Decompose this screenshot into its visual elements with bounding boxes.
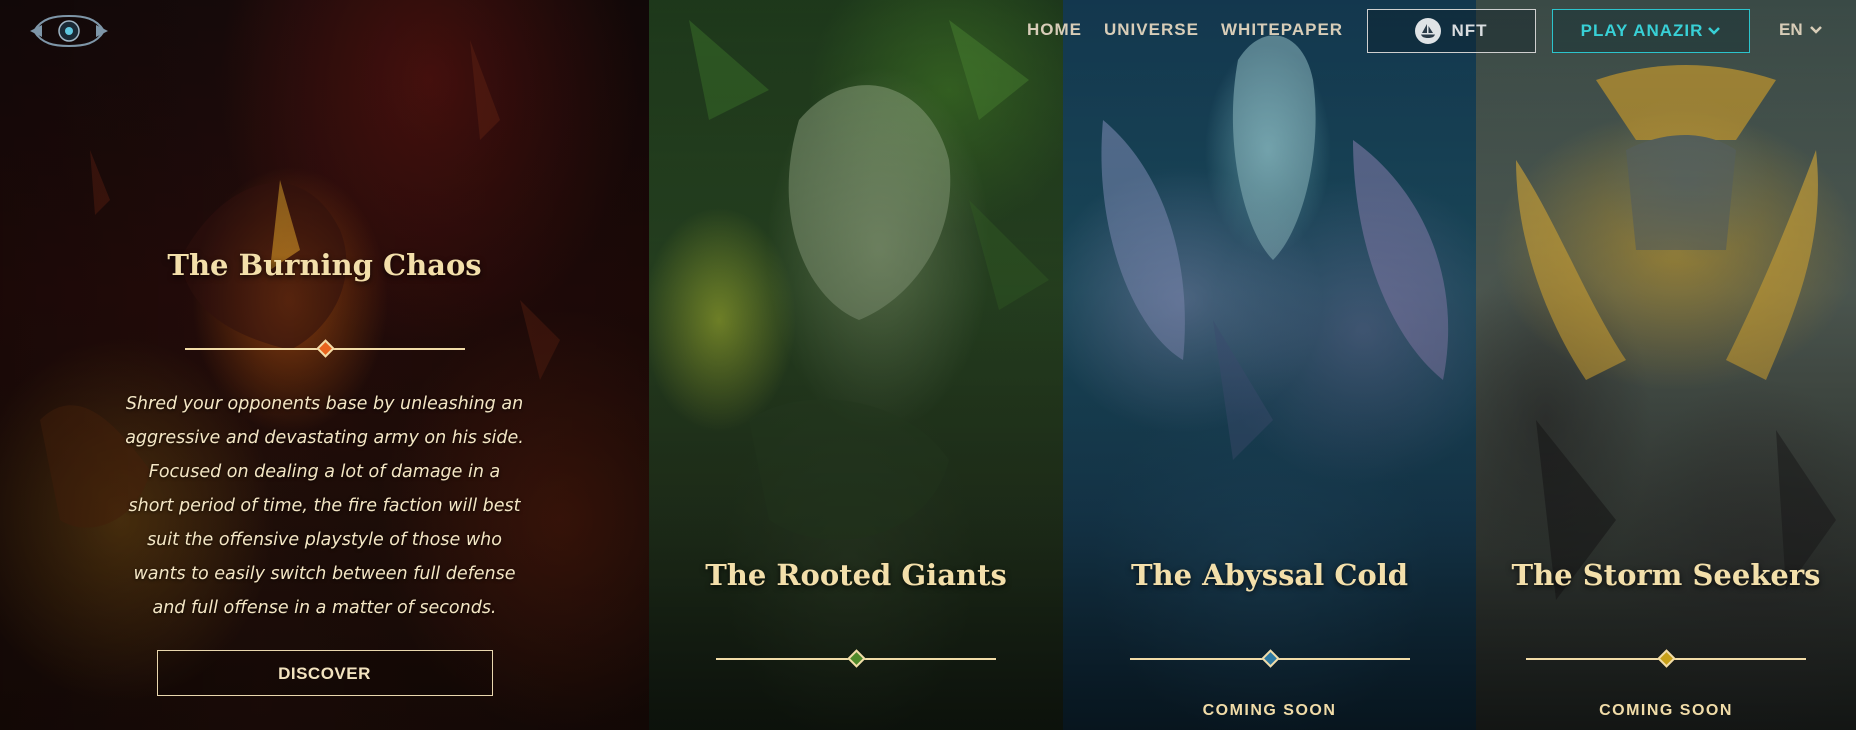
nav-whitepaper-link[interactable]: WHITEPAPER bbox=[1221, 20, 1343, 40]
opensea-boat-icon bbox=[1415, 18, 1442, 44]
diamond-gem-icon bbox=[1260, 649, 1280, 668]
diamond-gem-icon bbox=[315, 339, 335, 358]
language-label: EN bbox=[1779, 20, 1803, 39]
faction-panel-water[interactable]: The Abyssal Cold COMING SOON bbox=[1063, 0, 1476, 730]
top-navigation: HOME UNIVERSE WHITEPAPER NFT PLAY ANAZIR… bbox=[0, 0, 1856, 62]
diamond-gem-icon bbox=[1657, 649, 1676, 668]
play-anazir-dropdown[interactable]: PLAY ANAZIR bbox=[1552, 9, 1750, 53]
chevron-down-icon bbox=[1809, 20, 1823, 40]
faction-title: The Rooted Giants bbox=[705, 558, 1007, 592]
coming-soon-label: COMING SOON bbox=[1599, 702, 1733, 719]
title-divider bbox=[1129, 649, 1410, 668]
play-anazir-label: PLAY ANAZIR bbox=[1580, 21, 1704, 40]
faction-title: The Storm Seekers bbox=[1511, 558, 1821, 592]
discover-button[interactable]: DISCOVER bbox=[156, 650, 493, 696]
title-divider bbox=[716, 649, 996, 668]
faction-panel-fire[interactable]: The Burning Chaos Shred your opponents b… bbox=[0, 0, 649, 730]
nft-button-label: NFT bbox=[1451, 21, 1488, 40]
diamond-gem-icon bbox=[847, 649, 866, 668]
language-selector[interactable]: EN bbox=[1779, 20, 1823, 40]
anazir-logo[interactable] bbox=[28, 8, 110, 54]
nav-home-link[interactable]: HOME bbox=[1027, 20, 1082, 40]
nft-button[interactable]: NFT bbox=[1367, 9, 1536, 53]
faction-panel-earth[interactable]: The Rooted Giants bbox=[649, 0, 1063, 730]
faction-description: Shred your opponents base by unleashing … bbox=[125, 394, 524, 618]
faction-title: The Burning Chaos bbox=[167, 248, 482, 282]
title-divider bbox=[184, 339, 465, 358]
coming-soon-label: COMING SOON bbox=[1202, 702, 1337, 719]
title-divider bbox=[1526, 649, 1806, 668]
faction-title: The Abyssal Cold bbox=[1130, 558, 1409, 592]
nav-universe-link[interactable]: UNIVERSE bbox=[1104, 20, 1199, 40]
chevron-down-icon bbox=[1707, 21, 1721, 41]
faction-panel-storm[interactable]: The Storm Seekers COMING SOON bbox=[1476, 0, 1856, 730]
faction-panels: The Burning Chaos Shred your opponents b… bbox=[0, 0, 1856, 730]
